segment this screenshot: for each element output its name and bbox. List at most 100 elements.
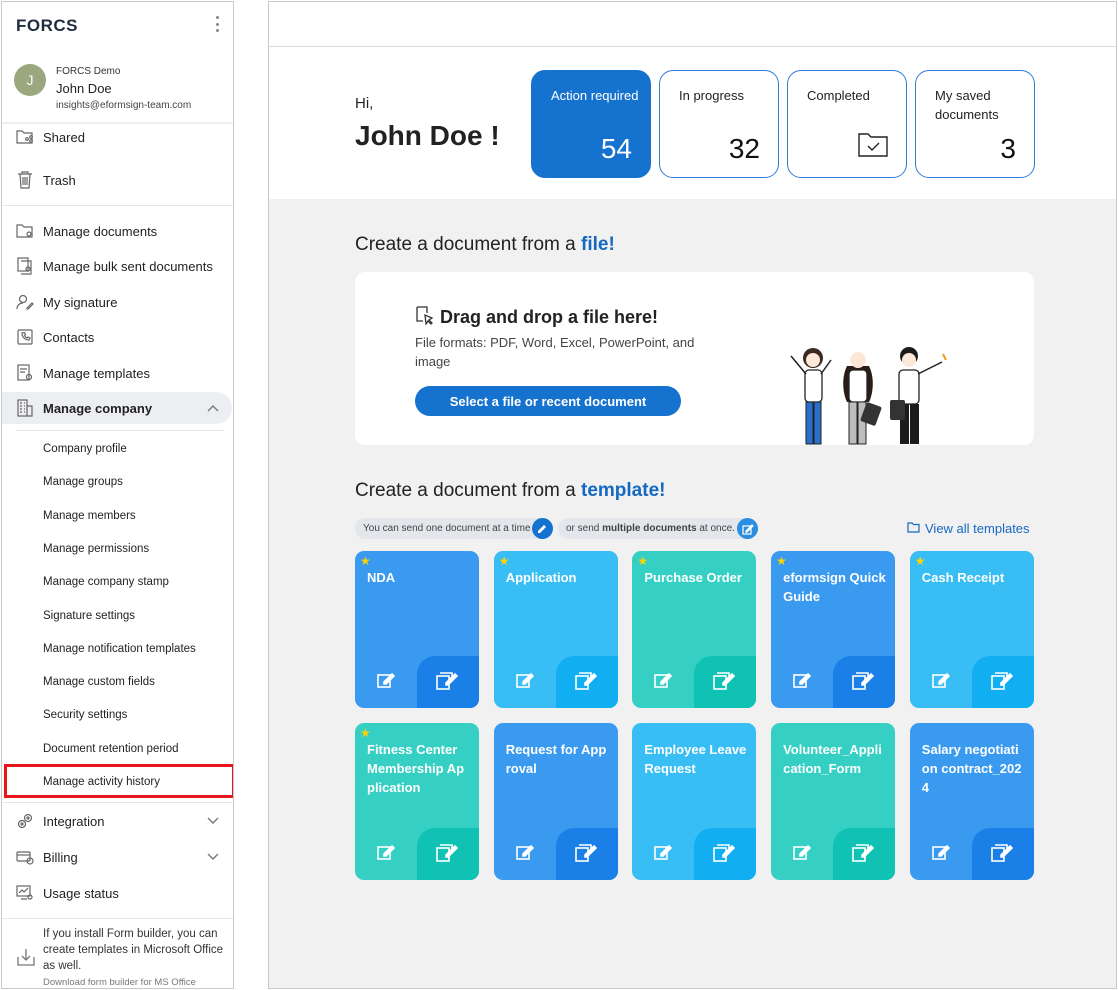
send-multiple-documents-button[interactable] <box>694 828 757 880</box>
multi-edit-icon <box>712 669 738 696</box>
template-card[interactable]: ★ Purchase Order <box>632 551 757 708</box>
edit-single-icon[interactable] <box>532 518 553 539</box>
template-card[interactable]: ★ eformsign Quick Guide <box>771 551 896 708</box>
write-single-document-button[interactable] <box>494 656 556 708</box>
submenu-item-manage-custom-fields[interactable]: Manage custom fields <box>2 668 233 696</box>
write-single-document-button[interactable] <box>355 828 417 880</box>
sidebar-item-trash[interactable]: Trash <box>2 164 233 196</box>
submenu-item-label: Security settings <box>43 709 128 722</box>
submenu-item-label: Manage notification templates <box>43 642 196 655</box>
forcs-logo[interactable]: FORCS <box>16 16 78 36</box>
sidebar: FORCS J FORCS Demo John Doe insights@efo… <box>1 1 234 989</box>
stat-completed[interactable]: Completed <box>787 70 907 178</box>
submenu-item-label: Manage groups <box>43 476 123 489</box>
edit-pencil-icon <box>792 842 812 867</box>
write-single-document-button[interactable] <box>910 828 972 880</box>
sidebar-item-billing[interactable]: Billing <box>2 841 233 873</box>
bulk-documents-icon <box>16 257 34 275</box>
write-single-document-button[interactable] <box>355 656 417 708</box>
multi-edit-icon <box>990 841 1016 868</box>
edit-multiple-icon[interactable] <box>737 518 758 539</box>
billing-card-icon <box>16 848 34 866</box>
chevron-down-icon[interactable] <box>207 848 219 866</box>
submenu-item-manage-groups[interactable]: Manage groups <box>2 468 233 496</box>
template-card[interactable]: Employee Leave Request <box>632 723 757 880</box>
chevron-up-icon[interactable] <box>207 399 219 417</box>
favorite-star-icon[interactable]: ★ <box>360 726 371 740</box>
sidebar-item-usage-status[interactable]: Usage status <box>2 877 233 909</box>
write-single-document-button[interactable] <box>910 656 972 708</box>
submenu-item-manage-notification-templates[interactable]: Manage notification templates <box>2 635 233 663</box>
download-form-builder-link[interactable]: Download form builder for MS Office <box>43 977 196 988</box>
favorite-star-icon[interactable]: ★ <box>360 554 371 568</box>
send-multiple-documents-button[interactable] <box>694 656 757 708</box>
submenu-item-manage-permissions[interactable]: Manage permissions <box>2 535 233 563</box>
sidebar-item-label: Billing <box>43 849 78 865</box>
send-one-hint: You can send one document at a time <box>355 518 553 539</box>
template-title: Request for App roval <box>505 742 607 776</box>
divider <box>2 918 233 919</box>
submenu-item-company-profile[interactable]: Company profile <box>2 435 233 463</box>
chevron-down-icon[interactable] <box>207 812 219 830</box>
stat-count: 32 <box>728 133 760 164</box>
favorite-star-icon[interactable]: ★ <box>637 554 648 568</box>
file-drop-zone[interactable]: Drag and drop a file here! File formats:… <box>355 272 1034 445</box>
sidebar-item-manage-bulk[interactable]: Manage bulk sent documents <box>2 250 233 282</box>
multi-edit-icon <box>574 841 600 868</box>
sidebar-item-manage-templates[interactable]: Manage templates <box>2 357 233 389</box>
send-multiple-documents-button[interactable] <box>833 828 896 880</box>
submenu-item-security-settings[interactable]: Security settings <box>2 701 233 729</box>
stat-in-progress[interactable]: In progress 32 <box>659 70 779 178</box>
send-multiple-documents-button[interactable] <box>833 656 896 708</box>
template-card[interactable]: ★ Fitness Center Membership Ap plication <box>355 723 479 880</box>
template-title: Salary negotiati on contract_202 4 <box>921 742 1022 795</box>
favorite-star-icon[interactable]: ★ <box>915 554 926 568</box>
edit-pencil-icon <box>376 670 396 695</box>
submenu-item-label: Document retention period <box>43 742 179 755</box>
view-all-templates-link[interactable]: View all templates <box>907 521 1030 536</box>
template-card[interactable]: Salary negotiati on contract_202 4 <box>909 723 1034 880</box>
multi-edit-icon <box>851 841 877 868</box>
submenu-item-label: Manage company stamp <box>43 576 169 589</box>
template-card[interactable]: ★ Application <box>493 551 618 708</box>
template-card[interactable]: Request for App roval <box>493 723 618 880</box>
favorite-star-icon[interactable]: ★ <box>499 554 510 568</box>
sidebar-item-label: Shared <box>43 129 85 145</box>
more-options-icon[interactable] <box>214 16 220 32</box>
write-single-document-button[interactable] <box>771 656 833 708</box>
sidebar-item-label: My signature <box>43 294 118 310</box>
sidebar-item-my-signature[interactable]: My signature <box>2 286 233 318</box>
send-multiple-documents-button[interactable] <box>971 656 1034 708</box>
send-multiple-documents-button[interactable] <box>555 656 618 708</box>
send-multiple-documents-button[interactable] <box>971 828 1034 880</box>
write-single-document-button[interactable] <box>494 828 556 880</box>
send-multiple-documents-button[interactable] <box>555 828 618 880</box>
submenu-item-manage-company-stamp[interactable]: Manage company stamp <box>2 568 233 596</box>
submenu-item-signature-settings[interactable]: Signature settings <box>2 602 233 630</box>
form-builder-note: If you install Form builder, you can cre… <box>43 928 224 972</box>
edit-pencil-icon <box>653 670 673 695</box>
favorite-star-icon[interactable]: ★ <box>776 554 787 568</box>
sidebar-item-manage-company[interactable]: Manage company <box>2 392 232 424</box>
send-multiple-hint-text: or send multiple documents at once. <box>566 523 735 534</box>
send-multiple-documents-button[interactable] <box>417 656 479 708</box>
stat-my-saved-documents[interactable]: My saved documents 3 <box>915 70 1035 178</box>
template-card[interactable]: ★ NDA <box>355 551 479 708</box>
avatar[interactable]: J <box>14 64 46 96</box>
template-card[interactable]: ★ Cash Receipt <box>909 551 1034 708</box>
send-multiple-documents-button[interactable] <box>417 828 479 880</box>
submenu-item-manage-members[interactable]: Manage members <box>2 502 233 530</box>
stat-action-required[interactable]: Action required 54 <box>531 70 651 178</box>
write-single-document-button[interactable] <box>632 656 694 708</box>
sidebar-item-manage-documents[interactable]: Manage documents <box>2 215 233 247</box>
write-single-document-button[interactable] <box>632 828 694 880</box>
select-file-button[interactable]: Select a file or recent document <box>415 386 681 416</box>
top-bar <box>269 2 1116 47</box>
submenu-item-document-retention-period[interactable]: Document retention period <box>2 735 233 763</box>
sidebar-item-contacts[interactable]: Contacts <box>2 321 233 353</box>
template-card[interactable]: Volunteer_Appli cation_Form <box>771 723 896 880</box>
stat-label: In progress <box>679 88 745 103</box>
write-single-document-button[interactable] <box>771 828 833 880</box>
sidebar-item-shared[interactable]: Shared <box>2 121 233 153</box>
sidebar-item-integration[interactable]: Integration <box>2 805 233 837</box>
